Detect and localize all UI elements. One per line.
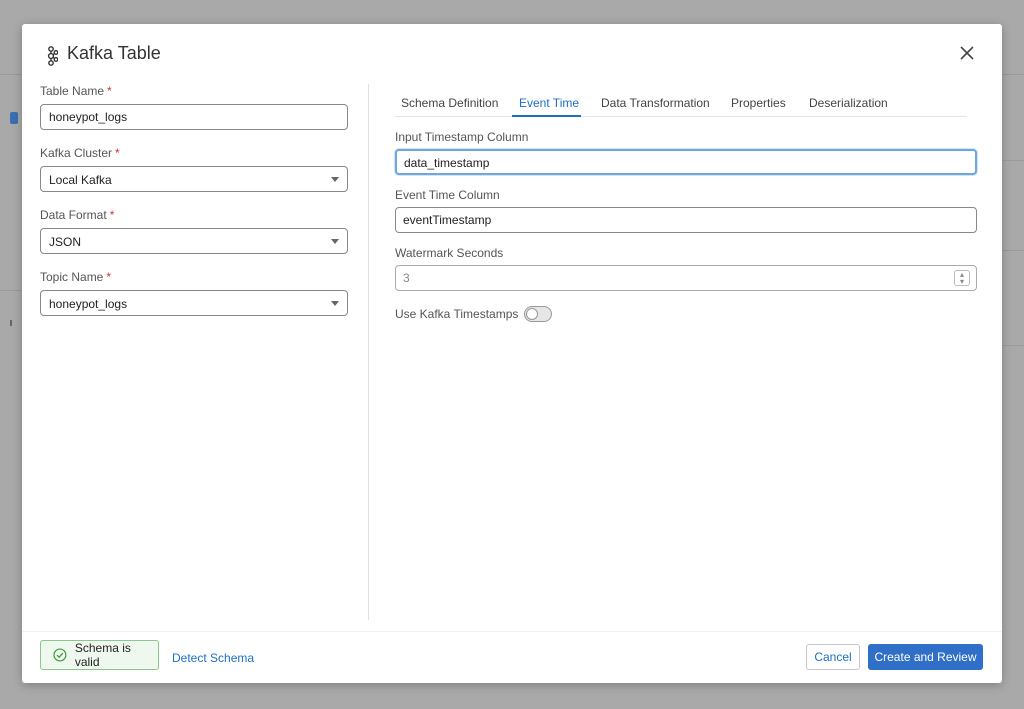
cancel-button[interactable]: Cancel	[806, 644, 860, 670]
required-marker: *	[106, 270, 111, 284]
kafka-cluster-select[interactable]: Local Kafka	[40, 166, 348, 192]
topic-name-select[interactable]: honeypot_logs	[40, 290, 348, 316]
input-timestamp-label: Input Timestamp Column	[395, 130, 977, 144]
watermark-group: Watermark Seconds 3 ▴▾	[395, 246, 977, 291]
data-format-select[interactable]: JSON	[40, 228, 348, 254]
event-time-column-group: Event Time Column eventTimestamp	[395, 188, 977, 233]
required-marker: *	[110, 208, 115, 222]
dialog-title: Kafka Table	[67, 43, 161, 64]
required-marker: *	[115, 146, 120, 160]
use-kafka-timestamps-row: Use Kafka Timestamps	[395, 306, 552, 322]
toggle-knob	[526, 308, 538, 320]
bg-divider	[1002, 74, 1024, 75]
data-format-label: Data Format*	[40, 208, 350, 222]
data-format-value: JSON	[49, 235, 81, 249]
bg-marker	[10, 112, 18, 124]
bg-divider	[1002, 345, 1024, 346]
topic-name-value: honeypot_logs	[49, 297, 127, 311]
kafka-cluster-value: Local Kafka	[49, 173, 112, 187]
chevron-down-icon	[331, 301, 339, 306]
check-circle-icon	[53, 648, 67, 662]
watermark-label: Watermark Seconds	[395, 246, 977, 260]
active-tab-indicator	[512, 115, 581, 117]
pane-divider	[368, 84, 369, 620]
event-time-column-input[interactable]: eventTimestamp	[395, 207, 977, 233]
table-name-label: Table Name*	[40, 84, 350, 98]
watermark-value: 3	[403, 271, 410, 285]
use-kafka-timestamps-toggle[interactable]	[524, 306, 552, 322]
detect-schema-link[interactable]: Detect Schema	[172, 651, 254, 665]
tab-data-transformation[interactable]: Data Transformation	[601, 96, 710, 110]
kafka-table-dialog: Kafka Table Table Name* honeypot_logs Ka…	[22, 24, 1002, 683]
input-timestamp-input[interactable]: data_timestamp	[395, 149, 977, 175]
chevron-down-icon	[331, 177, 339, 182]
bg-divider	[0, 290, 22, 291]
input-timestamp-group: Input Timestamp Column data_timestamp	[395, 130, 977, 175]
data-format-group: Data Format* JSON	[40, 208, 350, 254]
topic-name-label: Topic Name*	[40, 270, 350, 284]
schema-valid-badge: Schema is valid	[40, 640, 159, 670]
table-settings-pane: Table Name* honeypot_logs Kafka Cluster*…	[40, 84, 350, 332]
watermark-input[interactable]: 3 ▴▾	[395, 265, 977, 291]
bg-divider	[1002, 250, 1024, 251]
create-and-review-button[interactable]: Create and Review	[868, 644, 983, 670]
configuration-pane: Schema Definition Event Time Data Transf…	[395, 94, 977, 117]
table-name-group: Table Name* honeypot_logs	[40, 84, 350, 130]
config-tabs: Schema Definition Event Time Data Transf…	[395, 94, 967, 117]
dialog-header: Kafka Table	[22, 24, 1002, 82]
event-time-column-label: Event Time Column	[395, 188, 977, 202]
tab-properties[interactable]: Properties	[731, 96, 786, 110]
number-stepper-icon[interactable]: ▴▾	[954, 270, 970, 286]
bg-divider	[1002, 160, 1024, 161]
close-icon[interactable]	[958, 44, 976, 62]
table-name-input[interactable]: honeypot_logs	[40, 104, 348, 130]
chevron-down-icon	[331, 239, 339, 244]
tab-event-time[interactable]: Event Time	[519, 96, 579, 110]
schema-status-text: Schema is valid	[75, 641, 158, 669]
kafka-cluster-label: Kafka Cluster*	[40, 146, 350, 160]
footer-divider	[22, 631, 1002, 632]
bg-marker	[10, 320, 12, 326]
tab-schema-definition[interactable]: Schema Definition	[401, 96, 498, 110]
required-marker: *	[107, 84, 112, 98]
kafka-cluster-group: Kafka Cluster* Local Kafka	[40, 146, 350, 192]
use-kafka-timestamps-label: Use Kafka Timestamps	[395, 307, 518, 321]
kafka-logo-icon	[44, 46, 58, 66]
tab-deserialization[interactable]: Deserialization	[809, 96, 888, 110]
topic-name-group: Topic Name* honeypot_logs	[40, 270, 350, 316]
bg-divider	[0, 74, 22, 75]
